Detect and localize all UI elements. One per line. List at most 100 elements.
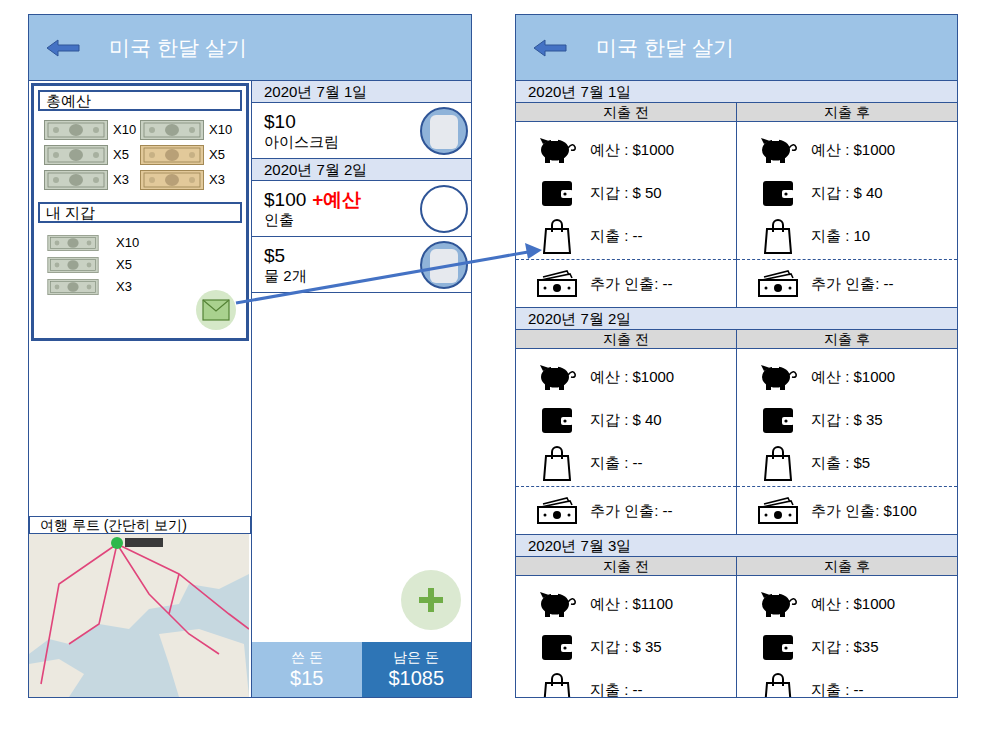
day-section: 2020년 7월 3일지출 전예산 : $1100지갑 : $ 35지출 : -… — [516, 535, 957, 697]
wallet-icon — [757, 178, 799, 208]
total-label: 쓴 돈 — [291, 649, 323, 666]
cash-icon — [536, 270, 578, 298]
stat-row: 추가 인출: -- — [516, 259, 736, 307]
expense-item[interactable]: $100+예산인출 — [252, 181, 471, 237]
wallet-title: 내 지갑 — [38, 202, 242, 223]
envelope-icon[interactable] — [201, 297, 231, 323]
stat-text: 지갑 : $ 35 — [811, 411, 883, 429]
envelope-button[interactable] — [196, 290, 236, 330]
feed-empty — [252, 293, 471, 642]
bill-stack: X5 — [44, 257, 139, 273]
expense-label: 아이스크림 — [264, 133, 339, 151]
trip-screen: 미국 한달 살기총예산X10X10X5X5X3X3내 지갑X10X5X3여행 루… — [28, 14, 472, 698]
stat-text: 추가 인출: -- — [811, 275, 894, 293]
column-rows: 예산 : $1000지갑 : $ 40지출 : --추가 인출: -- — [516, 349, 736, 534]
stat-row: 예산 : $1000 — [516, 128, 736, 171]
stat-row: 지출 : $5 — [737, 441, 957, 484]
date-text: 2020년 7월 1일 — [264, 83, 367, 101]
total-label: 남은 돈 — [393, 649, 439, 666]
column-rows: 예산 : $1000 지갑 : $ 35 지출 : $5 추가 인출: $100 — [737, 349, 957, 534]
banknote-icon — [44, 257, 102, 273]
stat-row: 지출 : -- — [516, 668, 736, 697]
date-header: 2020년 7월 2일 — [252, 159, 471, 181]
bill-stack: X10 — [44, 120, 140, 140]
banknote-icon — [140, 120, 204, 140]
screen-title: 미국 한달 살기 — [109, 35, 247, 61]
day-columns: 지출 전예산 : $1100지갑 : $ 35지출 : --지출 후예산 : $… — [516, 557, 957, 697]
stat-row: 지갑 : $ 35 — [516, 625, 736, 668]
wallet-bills: X10 X5 X3 — [44, 223, 139, 295]
spacer — [29, 343, 251, 516]
history-list: 2020년 7월 1일지출 전예산 : $1000지갑 : $ 50지출 : -… — [516, 81, 957, 697]
expense-amount-row: $5 — [264, 244, 307, 267]
day-column: 지출 후예산 : $1000지갑 : $ 35지출 : $5추가 인출: $10… — [736, 330, 957, 534]
back-arrow-icon[interactable] — [45, 39, 81, 57]
stat-text: 지갑 : $ 40 — [811, 184, 883, 202]
back-arrow-icon[interactable] — [532, 39, 568, 57]
add-button[interactable] — [401, 570, 461, 630]
column-header: 지출 전 — [516, 330, 736, 349]
photo-block — [430, 249, 458, 283]
bill-count: X10 — [113, 122, 136, 138]
stat-text: 지출 : $5 — [811, 454, 870, 472]
bill-stack: X3 — [44, 279, 139, 295]
stat-text: 지출 : -- — [590, 454, 643, 472]
column-header: 지출 후 — [737, 103, 957, 122]
column-rows: 예산 : $1000지갑 : $ 50지출 : --추가 인출: -- — [516, 122, 736, 307]
column-rows: 예산 : $1000 지갑 : $ 40 지출 : 10 추가 인출: -- — [737, 122, 957, 307]
bill-stack: X5 — [140, 145, 236, 165]
day-header: 2020년 7월 3일 — [516, 535, 957, 557]
stat-text: 예산 : $1100 — [590, 595, 673, 613]
bill-count: X10 — [116, 235, 139, 251]
banknote-icon — [44, 145, 108, 165]
stat-row: 예산 : $1000 — [737, 128, 957, 171]
day-date: 2020년 7월 3일 — [528, 537, 631, 555]
wallet-icon — [536, 405, 578, 435]
piggy-bank-icon — [757, 589, 799, 619]
expense-text: $100+예산인출 — [264, 188, 361, 229]
piggy-bank-icon — [757, 362, 799, 392]
shopping-bag-icon — [536, 217, 578, 255]
link-arrow — [0, 0, 998, 736]
bill-stack: X10 — [140, 120, 236, 140]
stat-text: 추가 인출: -- — [590, 275, 673, 293]
shopping-bag-icon — [536, 444, 578, 482]
expense-thumbnail — [420, 107, 468, 155]
route-label: 여행 루트 (간단히 보기) — [29, 516, 251, 534]
header-bar: 미국 한달 살기 — [29, 15, 471, 81]
column-header: 지출 후 — [737, 557, 957, 576]
banknote-icon — [140, 145, 204, 165]
shopping-bag-icon — [757, 671, 799, 698]
stat-row: 예산 : $1000 — [737, 355, 957, 398]
route-map[interactable] — [29, 534, 251, 697]
banknote-icon — [44, 120, 108, 140]
stat-text: 지갑 : $ 35 — [590, 638, 662, 656]
money-column: 총예산X10X10X5X5X3X3내 지갑X10X5X3여행 루트 (간단히 보… — [29, 81, 251, 697]
expense-amount: $5 — [264, 244, 285, 267]
expense-amount: $10 — [264, 110, 296, 133]
stat-text: 지출 : -- — [590, 681, 643, 698]
stat-row: 지갑 : $35 — [737, 625, 957, 668]
wallet-icon — [536, 632, 578, 662]
stat-row: 추가 인출: $100 — [737, 486, 957, 534]
column-header: 지출 전 — [516, 103, 736, 122]
bill-count: X3 — [113, 172, 129, 188]
stat-row: 지갑 : $ 35 — [737, 398, 957, 441]
stat-row: 추가 인출: -- — [737, 259, 957, 307]
bill-count: X5 — [116, 257, 132, 273]
stat-text: 추가 인출: $100 — [811, 502, 917, 520]
stat-row: 지갑 : $ 40 — [516, 398, 736, 441]
day-columns: 지출 전예산 : $1000지갑 : $ 40지출 : --추가 인출: --지… — [516, 330, 957, 534]
day-date: 2020년 7월 2일 — [528, 310, 631, 328]
plus-icon[interactable] — [416, 585, 446, 615]
screen-title: 미국 한달 살기 — [596, 35, 734, 61]
stat-row: 지갑 : $ 40 — [737, 171, 957, 214]
day-column: 지출 전예산 : $1000지갑 : $ 40지출 : --추가 인출: -- — [516, 330, 736, 534]
stat-row: 지출 : -- — [516, 441, 736, 484]
stat-row: 지출 : 10 — [737, 214, 957, 257]
expense-item[interactable]: $5물 2개 — [252, 237, 471, 293]
expense-item[interactable]: $10아이스크림 — [252, 103, 471, 159]
money-panel: 총예산X10X10X5X5X3X3내 지갑X10X5X3 — [31, 83, 249, 341]
budget-bills: X10X10X5X5X3X3 — [38, 120, 242, 190]
day-column: 지출 전예산 : $1000지갑 : $ 50지출 : --추가 인출: -- — [516, 103, 736, 307]
